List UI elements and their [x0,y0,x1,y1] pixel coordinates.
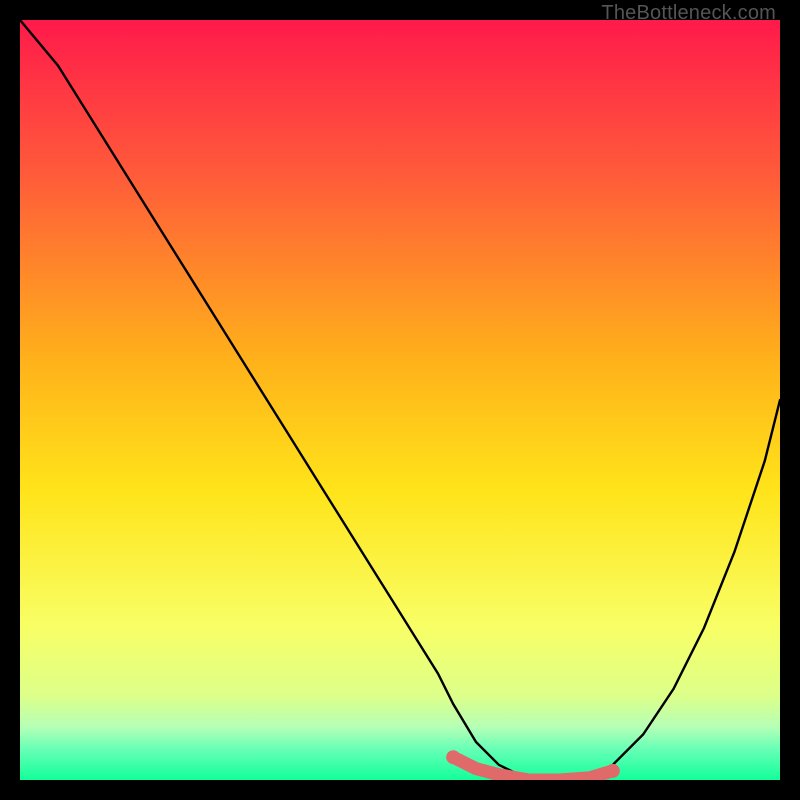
optimal-range-curve [453,757,613,780]
chart-frame [20,20,780,780]
range-end-marker [606,764,620,778]
watermark-label: TheBottleneck.com [601,2,776,25]
bottleneck-curve [20,20,780,780]
chart-plot [20,20,780,780]
range-start-marker [446,750,460,764]
